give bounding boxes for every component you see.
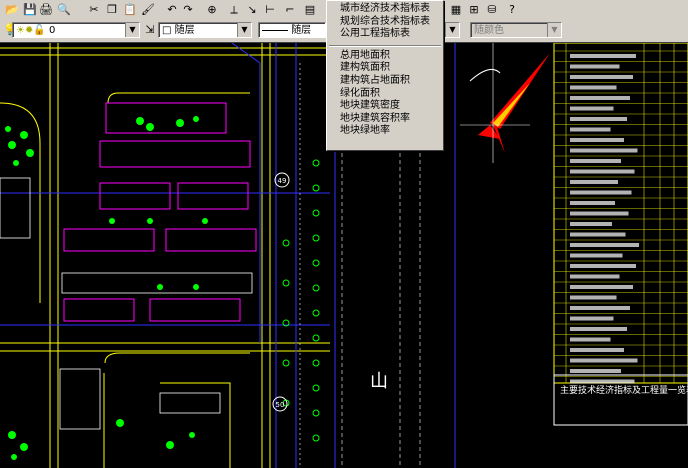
plotstyle-value: 随颜色: [474, 25, 504, 36]
color-value: □ 随层: [162, 25, 195, 36]
menu-item-green-ratio[interactable]: 地块绿地率: [327, 125, 443, 138]
layer-combo[interactable]: ☀✹🔓 0 ▼: [12, 22, 140, 38]
indicator-table: [553, 43, 688, 426]
wind-rose-icon: [460, 43, 550, 163]
print-icon[interactable]: 🖨: [38, 2, 54, 18]
menu-item-city-economic[interactable]: 城市经济技术指标表: [327, 3, 443, 16]
bubble-50: 50: [276, 401, 285, 409]
bubble-49: 49: [278, 177, 287, 185]
design-center-icon[interactable]: ⊞: [466, 2, 482, 18]
sun-icon: ☀: [16, 25, 25, 36]
lineweight-drop[interactable]: ▼: [444, 22, 460, 38]
menu-item-green-area[interactable]: 绿化面积: [327, 88, 443, 101]
undo-icon[interactable]: ↶: [164, 2, 180, 18]
indicator-dropdown-menu: 城市经济技术指标表 规划综合技术指标表 公用工程指标表 总用地面积 建构筑面积 …: [326, 0, 444, 151]
hyperlink-icon[interactable]: ⊕: [204, 2, 220, 18]
street-trees: [282, 159, 320, 442]
paste-icon[interactable]: 📋: [122, 2, 138, 18]
database-icon[interactable]: ⛁: [484, 2, 500, 18]
save-icon[interactable]: 💾: [22, 2, 38, 18]
copy-icon[interactable]: ❐: [104, 2, 120, 18]
make-current-icon[interactable]: ⇲: [142, 22, 158, 38]
linetype-combo[interactable]: 随层: [258, 22, 326, 38]
place-label: 山: [370, 371, 388, 392]
redo-icon[interactable]: ↷: [180, 2, 196, 18]
grid-bubbles: 49 50: [272, 172, 290, 412]
menu-item-floor-area-ratio[interactable]: 地块建筑容积率: [327, 113, 443, 126]
cut-icon[interactable]: ✂: [86, 2, 102, 18]
menu-item-total-land[interactable]: 总用地面积: [327, 50, 443, 63]
snap-icon[interactable]: ↘: [244, 2, 260, 18]
print-preview-icon[interactable]: 🔍: [56, 2, 72, 18]
chevron-down-icon[interactable]: ▼: [547, 23, 561, 37]
chevron-down-icon[interactable]: ▼: [125, 23, 139, 37]
layer-name: 0: [49, 25, 56, 36]
named-views-icon[interactable]: ⌐: [282, 2, 298, 18]
open-icon[interactable]: 📂: [4, 2, 20, 18]
lock-icon: 🔓: [33, 25, 46, 36]
distance-icon[interactable]: ⊢: [262, 2, 278, 18]
menu-item-building-density[interactable]: 地块建筑密度: [327, 100, 443, 113]
properties-icon[interactable]: ▦: [448, 2, 464, 18]
menu-item-footprint-area[interactable]: 建构筑占地面积: [327, 75, 443, 88]
linetype-value: 随层: [291, 25, 312, 36]
linetype-sample: [262, 29, 288, 31]
menu-separator: [329, 44, 441, 47]
match-properties-icon[interactable]: 🖌: [140, 2, 156, 18]
plotstyle-combo[interactable]: 随颜色 ▼: [470, 22, 562, 38]
menu-item-building-area[interactable]: 建构筑面积: [327, 62, 443, 75]
tracking-icon[interactable]: ⟂: [226, 2, 242, 18]
color-combo[interactable]: □ 随层 ▼: [158, 22, 252, 38]
tree-symbols: [5, 116, 208, 460]
chevron-down-icon[interactable]: ▼: [445, 23, 459, 37]
table-title: 主要技术经济指标及工程量一览表: [560, 384, 688, 396]
help-icon[interactable]: ?: [504, 2, 520, 18]
menu-item-public-works[interactable]: 公用工程指标表: [327, 28, 443, 41]
chevron-down-icon[interactable]: ▼: [237, 23, 251, 37]
menu-item-planning-summary[interactable]: 规划综合技术指标表: [327, 16, 443, 29]
building-outlines: [0, 177, 253, 430]
layers-icon[interactable]: ▤: [302, 2, 318, 18]
